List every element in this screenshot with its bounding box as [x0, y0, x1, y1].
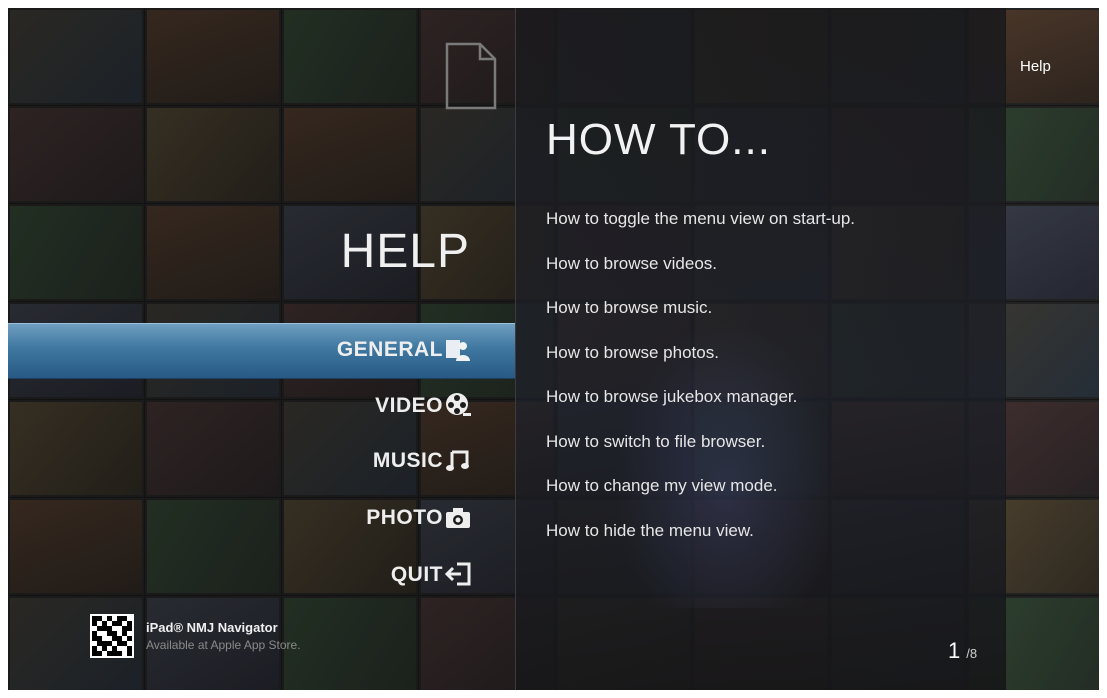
qr-code-icon: [90, 614, 134, 658]
help-topic-item[interactable]: How to browse photos.: [546, 343, 855, 388]
menu-item-label: QUIT: [390, 563, 443, 586]
help-topic-item[interactable]: How to browse music.: [546, 298, 855, 343]
menu-item-photo[interactable]: PHOTO: [8, 492, 515, 546]
current-page: 1: [948, 638, 961, 663]
help-topic-item[interactable]: How to hide the menu view.: [546, 521, 855, 566]
media-player-screen: HELP GENERAL VIDEO MUSIC PHOTO QUIT HOW …: [8, 8, 1099, 690]
page-indicator: 1/8: [948, 638, 977, 664]
help-topic-item[interactable]: How to browse jukebox manager.: [546, 387, 855, 432]
help-topic-item[interactable]: How to change my view mode.: [546, 476, 855, 521]
menu-item-label: GENERAL: [336, 338, 443, 361]
promo-subtitle: Available at Apple App Store.: [146, 638, 301, 652]
menu-item-label: PHOTO: [366, 506, 443, 529]
music-note-icon: [446, 450, 469, 471]
help-topic-list: How to toggle the menu view on start-up.…: [546, 209, 855, 565]
film-reel-icon: [446, 393, 471, 416]
document-icon: [445, 42, 497, 110]
total-pages: /8: [966, 646, 978, 661]
menu-item-quit[interactable]: QUIT: [8, 549, 515, 603]
promo-title: iPad® NMJ Navigator: [146, 620, 278, 635]
exit-icon: [445, 562, 471, 586]
help-title: HELP: [340, 225, 470, 278]
menu-item-label: VIDEO: [375, 394, 443, 417]
menu-item-music[interactable]: MUSIC: [8, 435, 515, 489]
help-topic-item[interactable]: How to switch to file browser.: [546, 432, 855, 477]
help-topic-item[interactable]: How to browse videos.: [546, 254, 855, 299]
menu-item-general[interactable]: GENERAL: [8, 323, 515, 379]
camera-icon: [446, 508, 470, 528]
menu-item-video[interactable]: VIDEO: [8, 380, 515, 434]
help-tab-label: Help: [1020, 58, 1051, 75]
help-topic-item[interactable]: How to toggle the menu view on start-up.: [546, 209, 855, 254]
general-help-icon: [446, 340, 470, 361]
right-photo-strip: [1005, 8, 1099, 690]
menu-item-label: MUSIC: [372, 449, 443, 472]
content-title: HOW TO...: [546, 115, 771, 164]
